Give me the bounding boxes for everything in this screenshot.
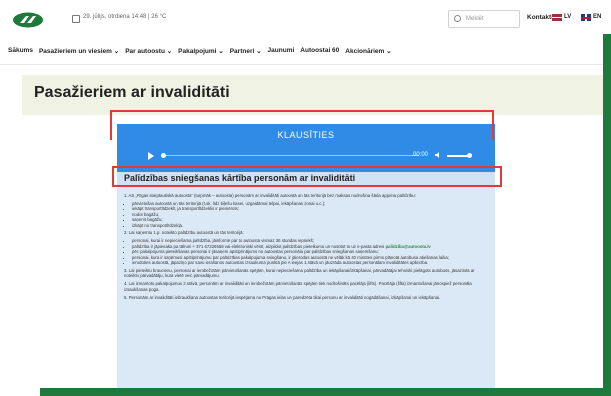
- volume-slider[interactable]: [447, 155, 469, 157]
- nav-item-passengers[interactable]: Pasažieriem un viesiem ⌄: [39, 47, 119, 59]
- uk-flag-icon[interactable]: [581, 14, 591, 21]
- calendar-icon: [72, 15, 80, 23]
- list-2: personai, kurai ir nepieciešama palīdzīb…: [132, 238, 490, 265]
- nav-item-about[interactable]: Par autoostu ⌄: [125, 47, 172, 59]
- nav-item-services[interactable]: Pakalpojumi ⌄: [178, 47, 224, 59]
- frame-right-border: [603, 34, 611, 396]
- date-weather-text: 29. jūlijs, otrdiena 14:48 | 26 °C: [83, 14, 167, 20]
- search-icon: [454, 15, 461, 22]
- nav-item-home[interactable]: Sākums: [8, 47, 33, 59]
- page-title: Pasažieriem ar invaliditāti: [34, 84, 230, 101]
- page-title-band: Pasažieriem ar invaliditāti: [22, 75, 603, 115]
- lang-lv[interactable]: LV: [564, 14, 571, 20]
- paragraph-3: 3. Lai pieteiktu braucienu, personai ar …: [124, 267, 475, 279]
- email-link[interactable]: palidziba@autoosta.lv: [386, 244, 431, 249]
- search-placeholder: Meklēt: [466, 16, 484, 22]
- paragraph-5: 5. Personām ar invaliditāti iebraukšana …: [124, 294, 441, 300]
- progress-track[interactable]: [163, 155, 419, 156]
- logo[interactable]: [12, 12, 44, 28]
- content-box: Palīdzības sniegšanas kārtība personām a…: [117, 172, 495, 388]
- search-input[interactable]: Meklēt: [448, 10, 520, 28]
- list-1: pārvietošas autoostā un tās teritorijā (…: [132, 201, 490, 228]
- body-text: 1. AS „Rīgas starptautiskā autoosta” (tu…: [124, 193, 490, 302]
- frame-bottom-border: [40, 388, 611, 396]
- paragraph-4: 4. Lai izmantotu pakalpojumus 2.stāvā, p…: [124, 281, 472, 292]
- nav-divider: [0, 64, 603, 65]
- volume-handle[interactable]: [467, 153, 472, 158]
- paragraph-2: 2. Lai saņemtu 1.p. noteikto palīdzību a…: [124, 230, 244, 236]
- top-bar: 29. jūlijs, otrdiena 14:48 | 26 °C Meklē…: [0, 0, 603, 38]
- lang-en[interactable]: EN: [593, 14, 601, 20]
- nav-item-shareholders[interactable]: Akcionāriem ⌄: [345, 47, 391, 59]
- volume-icon[interactable]: [435, 152, 442, 158]
- latvia-flag-icon[interactable]: [552, 14, 562, 21]
- list-item-text: palīdzība ir jāpiesaka pa tālruni + 371 …: [132, 243, 385, 249]
- list-item: izkāpt no transportlīdzekļa.: [132, 223, 490, 228]
- list-item: ierodoties autoostā, jāpaziņo par savu i…: [132, 260, 490, 265]
- paragraph-1: 1. AS „Rīgas starptautiskā autoosta” (tu…: [124, 193, 416, 198]
- nav-item-news[interactable]: Jaunumi: [268, 47, 295, 59]
- time-readout: 00:00: [413, 152, 429, 158]
- nav-item-partners[interactable]: Partneri ⌄: [230, 47, 262, 59]
- play-icon[interactable]: [148, 152, 154, 160]
- nav-item-anniversary[interactable]: Autoostai 60: [300, 47, 339, 59]
- contacts-link[interactable]: Kontakti: [527, 14, 553, 21]
- highlight-box-heading: [112, 166, 502, 187]
- progress-handle[interactable]: [161, 153, 166, 158]
- highlight-box-player: [110, 110, 494, 140]
- main-nav: Sākums Pasažieriem un viesiem ⌄ Par auto…: [8, 47, 392, 59]
